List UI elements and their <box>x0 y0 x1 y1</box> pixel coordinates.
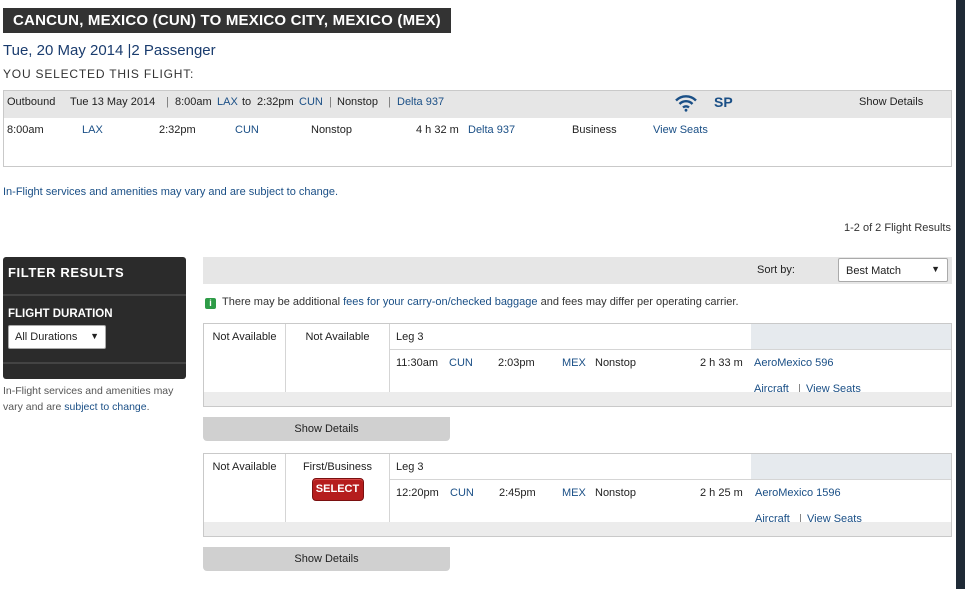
summary-flight-link[interactable]: Delta 937 <box>397 96 444 108</box>
detail-flight-link[interactable]: Delta 937 <box>468 124 515 136</box>
leg-header-shade <box>751 454 951 480</box>
card-footer <box>204 392 951 406</box>
detail-stops: Nonstop <box>311 124 352 136</box>
summary-arrive-airport[interactable]: CUN <box>299 96 323 108</box>
divider <box>3 362 186 364</box>
stops: Nonstop <box>595 487 636 499</box>
flight-number-link[interactable]: AeroMexico 1596 <box>755 487 841 499</box>
outbound-date: Tue 13 May 2014 <box>70 96 156 108</box>
detail-arrive-airport[interactable]: CUN <box>235 124 259 136</box>
separator: | <box>166 96 169 108</box>
duration: 2 h 25 m <box>700 487 743 499</box>
show-details-link[interactable]: Show Details <box>853 91 951 118</box>
filter-title: FILTER RESULTS <box>8 265 125 280</box>
show-details-button[interactable]: Show Details <box>203 417 450 441</box>
leg-label: Leg 3 <box>390 454 751 480</box>
flight-result-card: Not Available First/Business SELECT Leg … <box>203 453 952 537</box>
flight-duration-value: All Durations <box>15 331 78 343</box>
sidebar-amenities-note: In-Flight services and amenities may var… <box>3 383 189 415</box>
depart-time: 12:20pm <box>396 487 439 499</box>
leg-header-shade <box>751 324 951 350</box>
separator: | <box>388 96 391 108</box>
outbound-label: Outbound <box>7 96 56 108</box>
sidebar-note-end: . <box>146 401 150 413</box>
info-icon: i <box>205 298 216 309</box>
arrive-airport-link[interactable]: MEX <box>562 487 586 499</box>
arrive-time: 2:03pm <box>498 357 535 369</box>
sort-value: Best Match <box>846 265 902 277</box>
summary-depart-time: 8:00am <box>175 96 212 108</box>
sort-select[interactable]: Best Match ▼ <box>838 258 948 282</box>
baggage-notice-text-end: and fees may differ per operating carrie… <box>540 296 739 308</box>
card-footer <box>204 522 951 536</box>
leg-label: Leg 3 <box>390 324 751 350</box>
flight-result-card: Not Available Not Available Leg 3 11:30a… <box>203 323 952 407</box>
detail-cabin: Business <box>572 124 617 136</box>
selected-flight-heading: YOU SELECTED THIS FLIGHT: <box>3 67 195 81</box>
wifi-icon <box>675 94 697 115</box>
sort-bar: Sort by: Best Match ▼ <box>203 257 952 284</box>
travel-date-passengers: Tue, 20 May 2014 |2 Passenger <box>3 42 216 59</box>
depart-airport-link[interactable]: CUN <box>450 487 474 499</box>
fare-availability: Not Available <box>305 331 370 343</box>
subject-to-change-link[interactable]: subject to change <box>64 401 146 413</box>
separator: | <box>329 96 332 108</box>
detail-depart-airport[interactable]: LAX <box>82 124 103 136</box>
depart-airport-link[interactable]: CUN <box>449 357 473 369</box>
detail-depart-time: 8:00am <box>7 124 44 136</box>
detail-view-seats-link[interactable]: View Seats <box>653 124 708 136</box>
fare-availability: Not Available <box>212 461 277 473</box>
arrive-airport-link[interactable]: MEX <box>562 357 586 369</box>
summary-depart-airport[interactable]: LAX <box>217 96 238 108</box>
detail-arrive-time: 2:32pm <box>159 124 196 136</box>
summary-arrive-time: 2:32pm <box>257 96 294 108</box>
baggage-notice: i There may be additional fees for your c… <box>205 296 739 309</box>
divider <box>3 294 186 296</box>
amenities-disclaimer-link[interactable]: In-Flight services and amenities may var… <box>3 186 338 198</box>
show-details-button[interactable]: Show Details <box>203 547 450 571</box>
baggage-notice-text: There may be additional <box>222 296 341 308</box>
depart-time: 11:30am <box>396 357 438 369</box>
summary-to: to <box>242 96 252 108</box>
baggage-fees-link[interactable]: fees for your carry-on/checked baggage <box>343 296 537 308</box>
page-scroll-edge <box>956 0 965 589</box>
filter-panel: FILTER RESULTS FLIGHT DURATION All Durat… <box>3 257 186 379</box>
fare-class-label: First/Business <box>302 461 373 473</box>
results-count: 1-2 of 2 Flight Results <box>844 222 951 234</box>
detail-duration: 4 h 32 m <box>416 124 459 136</box>
route-title: CANCUN, MEXICO (CUN) TO MEXICO CITY, MEX… <box>3 8 451 33</box>
seat-preference-icon: SP <box>714 94 733 110</box>
arrive-time: 2:45pm <box>499 487 536 499</box>
fare-availability: Not Available <box>212 331 277 343</box>
selected-flight-summary: Outbound Tue 13 May 2014 | 8:00am LAX to… <box>4 91 951 118</box>
summary-stops: Nonstop <box>337 96 378 108</box>
flight-duration-select[interactable]: All Durations ▼ <box>8 325 106 349</box>
chevron-down-icon: ▼ <box>931 264 940 274</box>
select-flight-button[interactable]: SELECT <box>311 478 364 501</box>
duration: 2 h 33 m <box>700 357 743 369</box>
flight-duration-label: FLIGHT DURATION <box>8 308 113 320</box>
flight-number-link[interactable]: AeroMexico 596 <box>754 357 834 369</box>
stops: Nonstop <box>595 357 636 369</box>
selected-flight-panel: Outbound Tue 13 May 2014 | 8:00am LAX to… <box>3 90 952 167</box>
sort-label: Sort by: <box>757 264 795 276</box>
chevron-down-icon: ▼ <box>90 331 99 341</box>
